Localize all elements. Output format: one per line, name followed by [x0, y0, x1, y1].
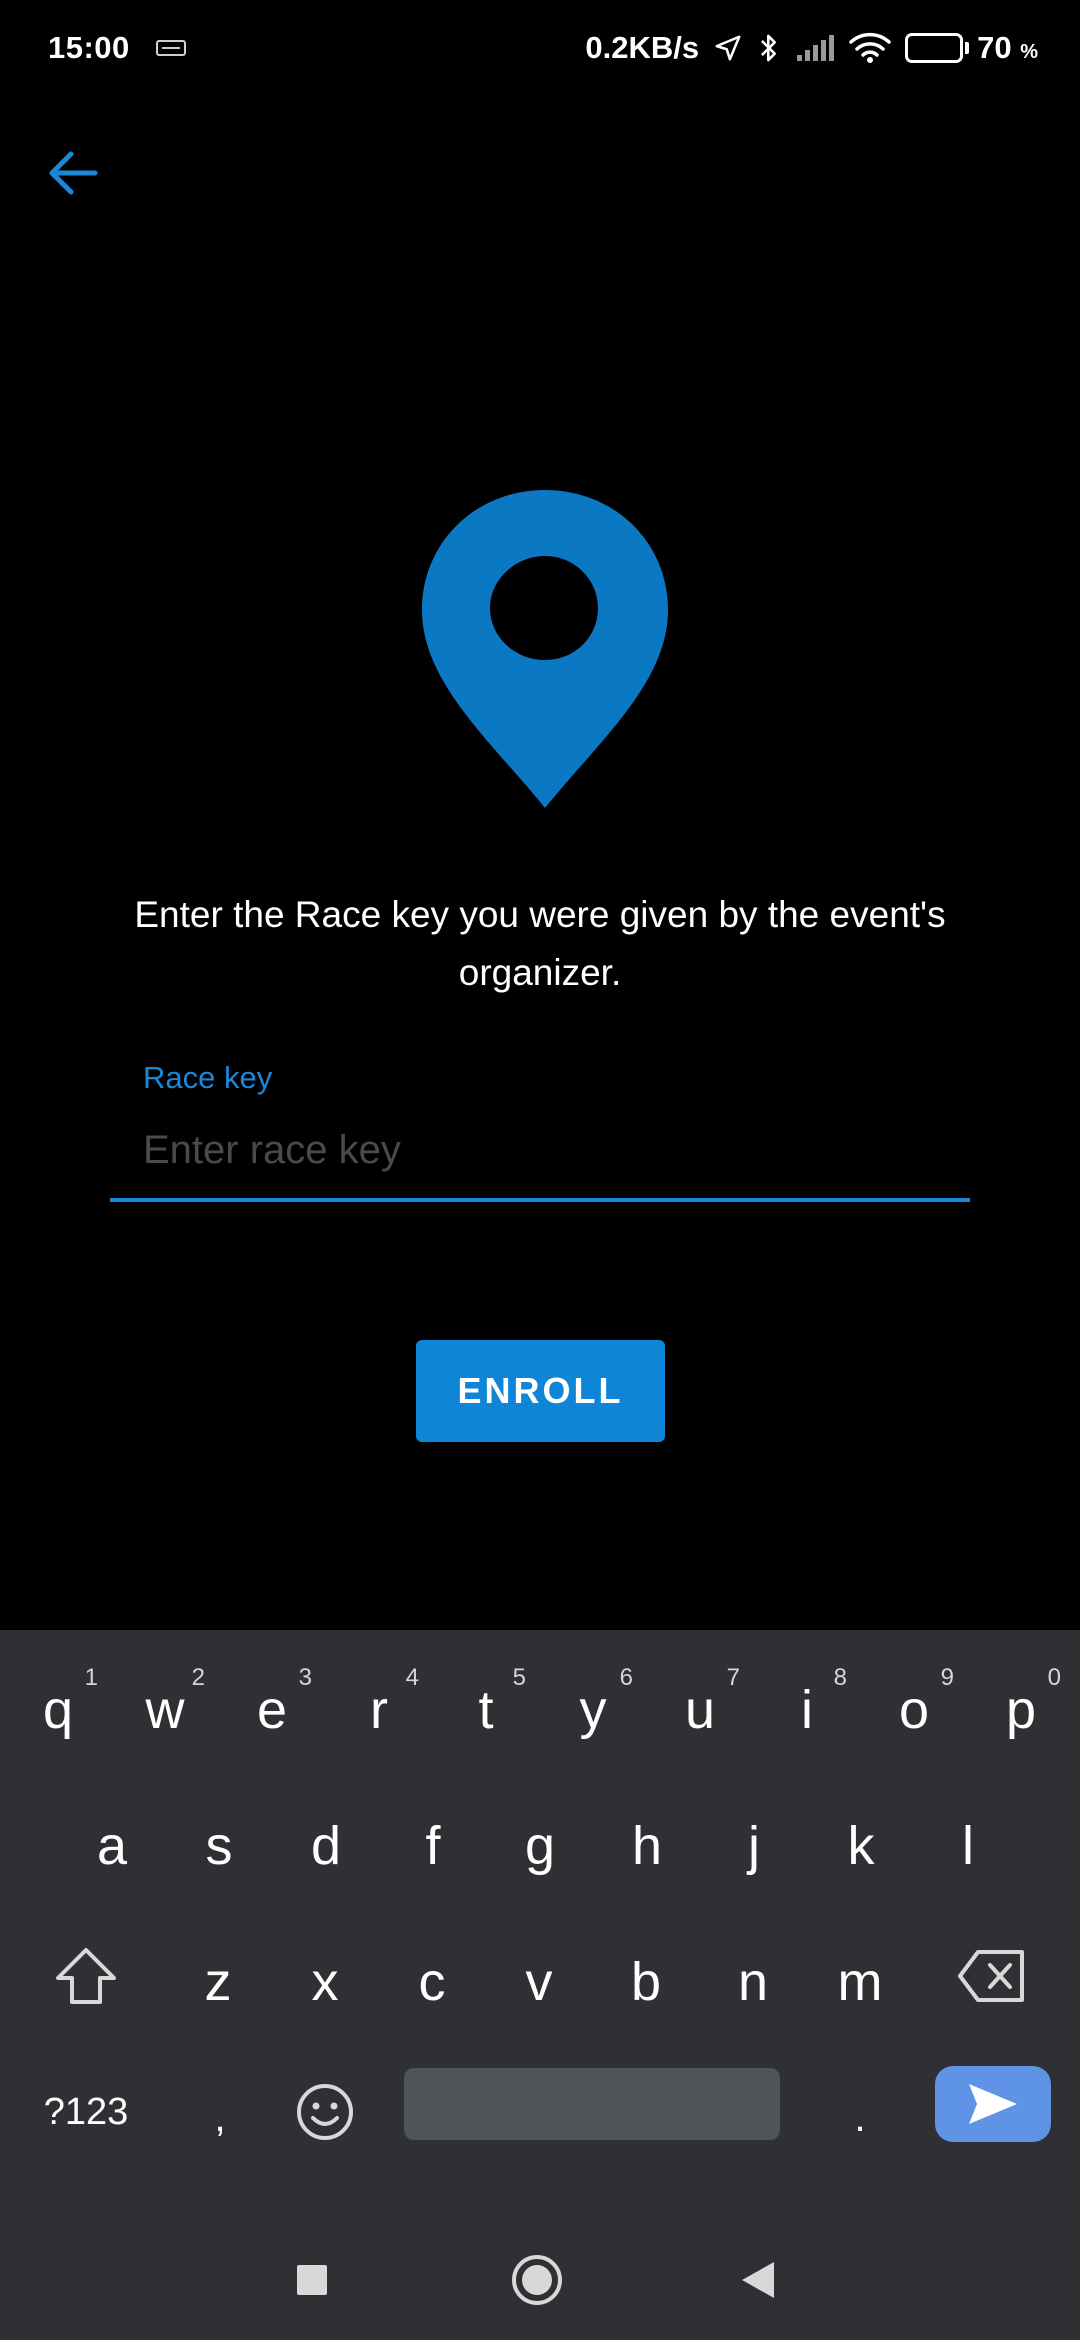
- send-key[interactable]: [935, 2066, 1051, 2142]
- key-t[interactable]: 5t: [436, 1644, 536, 1764]
- keyboard-row-1: 1q2w3e4r5t6y7u8i9o0p: [0, 1644, 1080, 1780]
- instructions-text: Enter the Race key you were given by the…: [134, 894, 946, 993]
- key-d[interactable]: d: [276, 1780, 376, 1900]
- key-y[interactable]: 6y: [543, 1644, 643, 1764]
- key-q[interactable]: 1q: [8, 1644, 108, 1764]
- home-circle-icon: [512, 2255, 562, 2305]
- key-j[interactable]: j: [704, 1780, 804, 1900]
- key-e[interactable]: 3e: [222, 1644, 322, 1764]
- battery-percent: 70: [977, 30, 1012, 65]
- emoji-key[interactable]: [275, 2052, 375, 2172]
- key-x[interactable]: x: [275, 1916, 375, 2036]
- battery-unit: %: [1020, 41, 1038, 63]
- status-time: 15:00: [48, 30, 130, 65]
- symbols-key[interactable]: ?123: [30, 2052, 142, 2172]
- key-f[interactable]: f: [383, 1780, 483, 1900]
- triangle-back-icon: [742, 2262, 774, 2298]
- enroll-button[interactable]: ENROLL: [416, 1340, 665, 1442]
- key-r[interactable]: 4r: [329, 1644, 429, 1764]
- key-i[interactable]: 8i: [757, 1644, 857, 1764]
- network-speed: 0.2KB/s: [585, 30, 700, 65]
- key-o[interactable]: 9o: [864, 1644, 964, 1764]
- home-button[interactable]: [497, 2240, 577, 2320]
- key-m[interactable]: m: [810, 1916, 910, 2036]
- key-b[interactable]: b: [596, 1916, 696, 2036]
- race-key-label: Race key: [143, 1060, 273, 1095]
- status-bar: 15:00 0.2KB/s 70 %: [0, 0, 1080, 96]
- keyboard-icon: [155, 40, 186, 56]
- square-icon: [297, 2265, 327, 2295]
- navigation-bar: [0, 2210, 1080, 2340]
- key-z[interactable]: z: [168, 1916, 268, 2036]
- key-s[interactable]: s: [169, 1780, 269, 1900]
- location-arrow-icon: [715, 35, 741, 61]
- wifi-icon: [849, 32, 891, 63]
- back-nav-button[interactable]: [718, 2240, 798, 2320]
- signal-icon: [797, 35, 835, 61]
- key-u[interactable]: 7u: [650, 1644, 750, 1764]
- keyboard-row-3: zxcvbnm: [0, 1916, 1080, 2052]
- emoji-icon: [297, 2084, 353, 2140]
- key-v[interactable]: v: [489, 1916, 589, 2036]
- map-pin-icon: [422, 490, 668, 808]
- key-h[interactable]: h: [597, 1780, 697, 1900]
- backspace-icon: [958, 1950, 1024, 2002]
- backspace-key[interactable]: [942, 1916, 1042, 2036]
- shift-icon: [56, 1948, 116, 2004]
- back-button[interactable]: [38, 138, 108, 208]
- key-a[interactable]: a: [62, 1780, 162, 1900]
- shift-key[interactable]: [36, 1916, 136, 2036]
- period-key[interactable]: .: [810, 2052, 910, 2172]
- key-p[interactable]: 0p: [971, 1644, 1071, 1764]
- comma-key[interactable]: ,: [170, 2052, 270, 2172]
- key-w[interactable]: 2w: [115, 1644, 215, 1764]
- key-k[interactable]: k: [811, 1780, 911, 1900]
- send-icon: [969, 2084, 1017, 2124]
- key-l[interactable]: l: [918, 1780, 1018, 1900]
- space-key[interactable]: [404, 2068, 780, 2140]
- key-c[interactable]: c: [382, 1916, 482, 2036]
- key-g[interactable]: g: [490, 1780, 590, 1900]
- arrow-left-icon: [49, 151, 98, 195]
- battery-indicator: 70 %: [905, 30, 1038, 66]
- keyboard-row-2: asdfghjkl: [0, 1780, 1080, 1916]
- keyboard-row-4: ?123 , .: [0, 2052, 1080, 2188]
- key-n[interactable]: n: [703, 1916, 803, 2036]
- battery-icon: [905, 33, 964, 63]
- race-key-input[interactable]: [110, 1102, 970, 1202]
- recents-button[interactable]: [272, 2240, 352, 2320]
- bluetooth-icon: [761, 34, 777, 62]
